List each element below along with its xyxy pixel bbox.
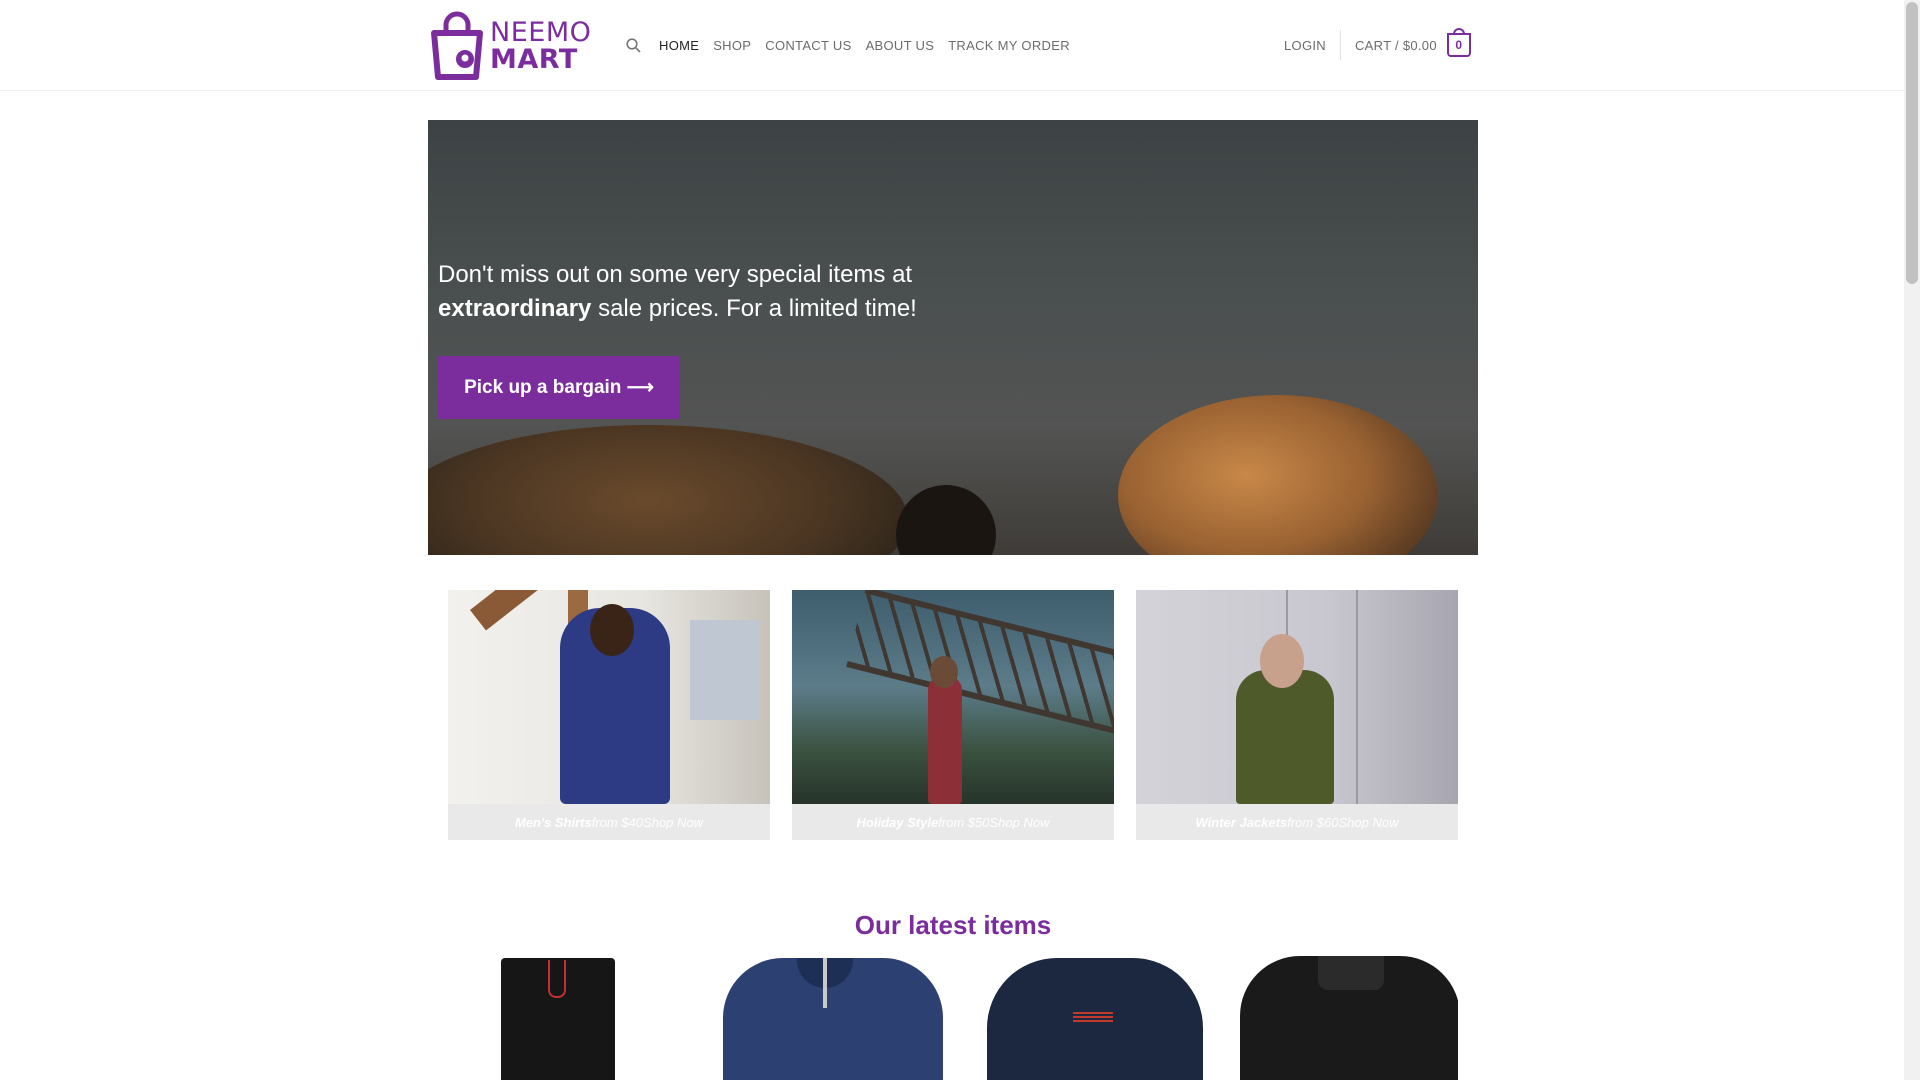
model-figure <box>928 676 962 804</box>
hero-headline: Don't miss out on some very special item… <box>438 258 998 326</box>
category-price: from $60 <box>1287 814 1339 830</box>
hero-tree-right <box>1118 395 1438 555</box>
main-nav: HOME SHOP CONTACT US ABOUT US TRACK MY O… <box>624 33 1077 57</box>
cart-label: CART / $0.00 <box>1354 37 1437 53</box>
product-card[interactable] <box>705 950 945 1080</box>
category-name: Winter Jackets <box>1195 814 1288 830</box>
hero-banner: Don't miss out on some very special item… <box>428 120 1478 555</box>
product-card[interactable] <box>448 950 688 1080</box>
nav-divider <box>1339 30 1341 60</box>
shopping-bag-logo-icon <box>431 11 483 80</box>
product-card[interactable] <box>1218 950 1458 1080</box>
door-seam <box>1356 590 1358 804</box>
search-icon[interactable] <box>624 36 642 54</box>
category-caption: Winter Jackets from $60 Shop Now <box>1136 804 1458 840</box>
logo-line-2: MART <box>490 44 578 75</box>
hero-person-silhouette <box>896 485 996 555</box>
logo-text: NEEMO MART <box>490 19 591 73</box>
category-card-holiday-style[interactable]: Holiday Style from $50 Shop Now <box>792 590 1114 840</box>
category-card-winter-jackets[interactable]: Winter Jackets from $60 Shop Now <box>1136 590 1458 840</box>
jacket-collar <box>1317 956 1384 990</box>
category-cta: Shop Now <box>1338 814 1399 830</box>
drawstring <box>548 960 566 998</box>
scrollbar-thumb[interactable] <box>1906 2 1918 284</box>
category-name: Holiday Style <box>856 814 939 830</box>
background-building <box>690 620 760 720</box>
model-head <box>1260 634 1304 688</box>
hero-text-line1: Don't miss out on some very special item… <box>438 261 913 288</box>
category-image <box>448 590 770 804</box>
category-caption: Holiday Style from $50 Shop Now <box>792 804 1114 840</box>
bridge-structure <box>846 590 1114 735</box>
nav-track-my-order[interactable]: TRACK MY ORDER <box>948 38 1070 53</box>
logo-line-1: NEEMO <box>490 17 592 48</box>
category-caption: Men's Shirts from $40 Shop Now <box>448 804 770 840</box>
model-head <box>930 656 958 688</box>
latest-products-row <box>448 950 1458 1080</box>
scrollbar-track[interactable] <box>1904 0 1920 1080</box>
category-cta: Shop Now <box>643 814 704 830</box>
hero-text-bold: extraordinary <box>438 295 592 322</box>
brand-logo[interactable]: NEEMO MART <box>428 8 592 84</box>
category-price: from $40 <box>591 814 644 830</box>
model-figure <box>1236 670 1334 804</box>
nav-shop[interactable]: SHOP <box>713 38 751 53</box>
category-grid: Men's Shirts from $40 Shop Now Holiday Sty… <box>448 590 1458 840</box>
model-head <box>590 604 634 656</box>
sweater-zip <box>822 958 827 1008</box>
chest-stripe <box>1073 1012 1114 1022</box>
pick-up-bargain-button[interactable]: Pick up a bargain ⟶ <box>438 356 680 419</box>
category-card-mens-shirts[interactable]: Men's Shirts from $40 Shop Now <box>448 590 770 840</box>
nav-about-us[interactable]: ABOUT US <box>866 38 935 53</box>
site-header: NEEMO MART HOME SHOP CONTACT US ABOUT US… <box>0 0 1904 91</box>
category-image <box>1136 590 1458 804</box>
category-image <box>792 590 1114 804</box>
nav-home[interactable]: HOME <box>659 38 699 53</box>
hero-tree-left <box>428 425 908 555</box>
nav-contact-us[interactable]: CONTACT US <box>765 38 851 53</box>
hero-text-rest: sale prices. For a limited time! <box>591 295 917 322</box>
category-price: from $50 <box>938 814 990 830</box>
latest-items-heading: Our latest items <box>854 909 1052 940</box>
product-card[interactable] <box>961 950 1204 1080</box>
category-name: Men's Shirts <box>514 814 592 830</box>
cart-count-badge: 0 <box>1446 28 1471 57</box>
login-link[interactable]: LOGIN <box>1284 38 1326 53</box>
account-nav: LOGIN CART / $0.00 0 <box>1270 27 1478 63</box>
cart-link[interactable]: CART / $0.00 0 <box>1354 28 1471 57</box>
category-cta: Shop Now <box>989 814 1050 830</box>
